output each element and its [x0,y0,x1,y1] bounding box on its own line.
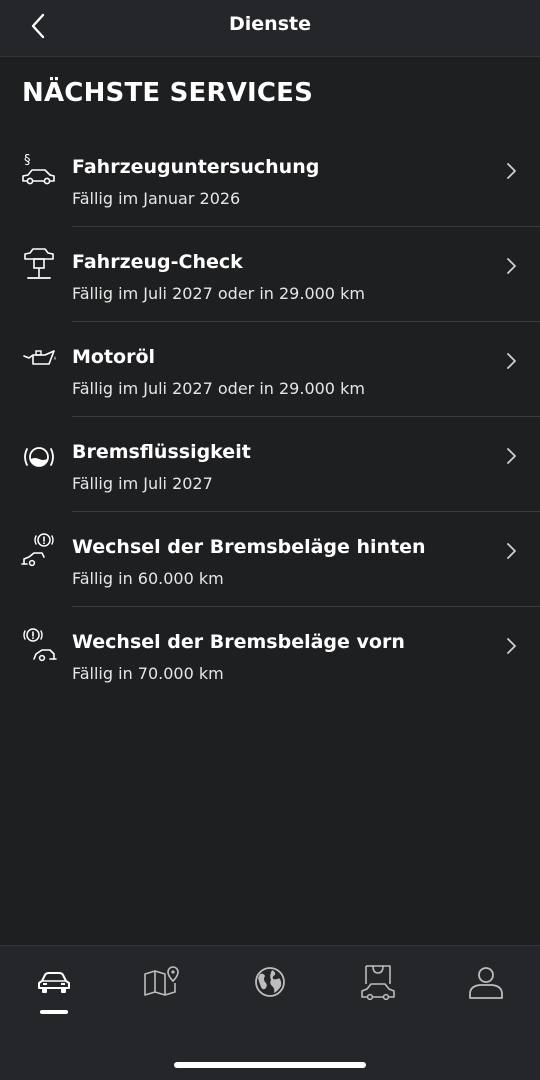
service-title: Wechsel der Bremsbeläge hinten [72,536,426,558]
active-tab-indicator [40,1010,68,1014]
globe-icon [255,967,285,997]
chevron-right-icon [507,353,516,369]
bottom-navigation [0,945,540,1080]
rear-brake-pads-icon [21,533,54,567]
vehicle-inspection-icon: § [22,153,55,185]
service-due: Fällig in 70.000 km [72,664,224,683]
service-title: Fahrzeug-Check [72,251,243,273]
top-bar: Dienste [0,0,540,57]
service-item-rear-brake-pads[interactable]: Wechsel der Bremsbeläge hinten Fällig in… [0,512,540,607]
car-icon [38,972,70,993]
oil-can-icon [23,350,56,365]
shop-icon [361,965,395,1000]
tab-map[interactable] [108,964,216,1024]
profile-icon [469,967,503,999]
service-due: Fällig im Juli 2027 oder in 29.000 km [72,379,365,398]
chevron-right-icon [507,448,516,464]
front-brake-pads-icon [23,628,57,662]
service-item-engine-oil[interactable]: Motoröl Fällig im Juli 2027 oder in 29.0… [0,322,540,417]
service-title: Wechsel der Bremsbeläge vorn [72,631,405,653]
service-title: Motoröl [72,346,156,368]
service-item-vehicle-check[interactable]: Fahrzeug-Check Fällig im Juli 2027 oder … [0,227,540,322]
page-title: Dienste [229,13,311,35]
tab-shop[interactable] [324,964,432,1024]
service-due: Fällig in 60.000 km [72,569,224,588]
service-due: Fällig im Juli 2027 [72,474,213,493]
tab-explore[interactable] [216,964,324,1024]
service-title: Bremsflüssigkeit [72,441,251,463]
chevron-right-icon [507,258,516,274]
map-icon [144,966,179,996]
service-item-brake-fluid[interactable]: Bremsflüssigkeit Fällig im Juli 2027 [0,417,540,512]
service-item-vehicle-inspection[interactable]: § Fahrzeuguntersuchung Fällig im Januar … [0,132,540,227]
section-title: NÄCHSTE SERVICES [22,78,314,108]
service-due: Fällig im Juli 2027 oder in 29.000 km [72,284,365,303]
svg-text:§: § [24,153,31,168]
brake-fluid-icon [24,447,54,467]
tab-profile[interactable] [432,964,540,1024]
chevron-right-icon [507,163,516,179]
service-due: Fällig im Januar 2026 [72,189,241,208]
services-screen: Dienste NÄCHSTE SERVICES § Fahrzeugunter… [0,0,540,1080]
home-indicator[interactable] [174,1062,366,1068]
vehicle-lift-icon [24,248,54,279]
service-list: § Fahrzeuguntersuchung Fällig im Januar … [0,132,540,702]
chevron-right-icon [507,543,516,559]
chevron-right-icon [507,638,516,654]
service-item-front-brake-pads[interactable]: Wechsel der Bremsbeläge vorn Fällig in 7… [0,607,540,702]
tab-vehicle[interactable] [0,964,108,1024]
service-title: Fahrzeuguntersuchung [72,156,320,178]
